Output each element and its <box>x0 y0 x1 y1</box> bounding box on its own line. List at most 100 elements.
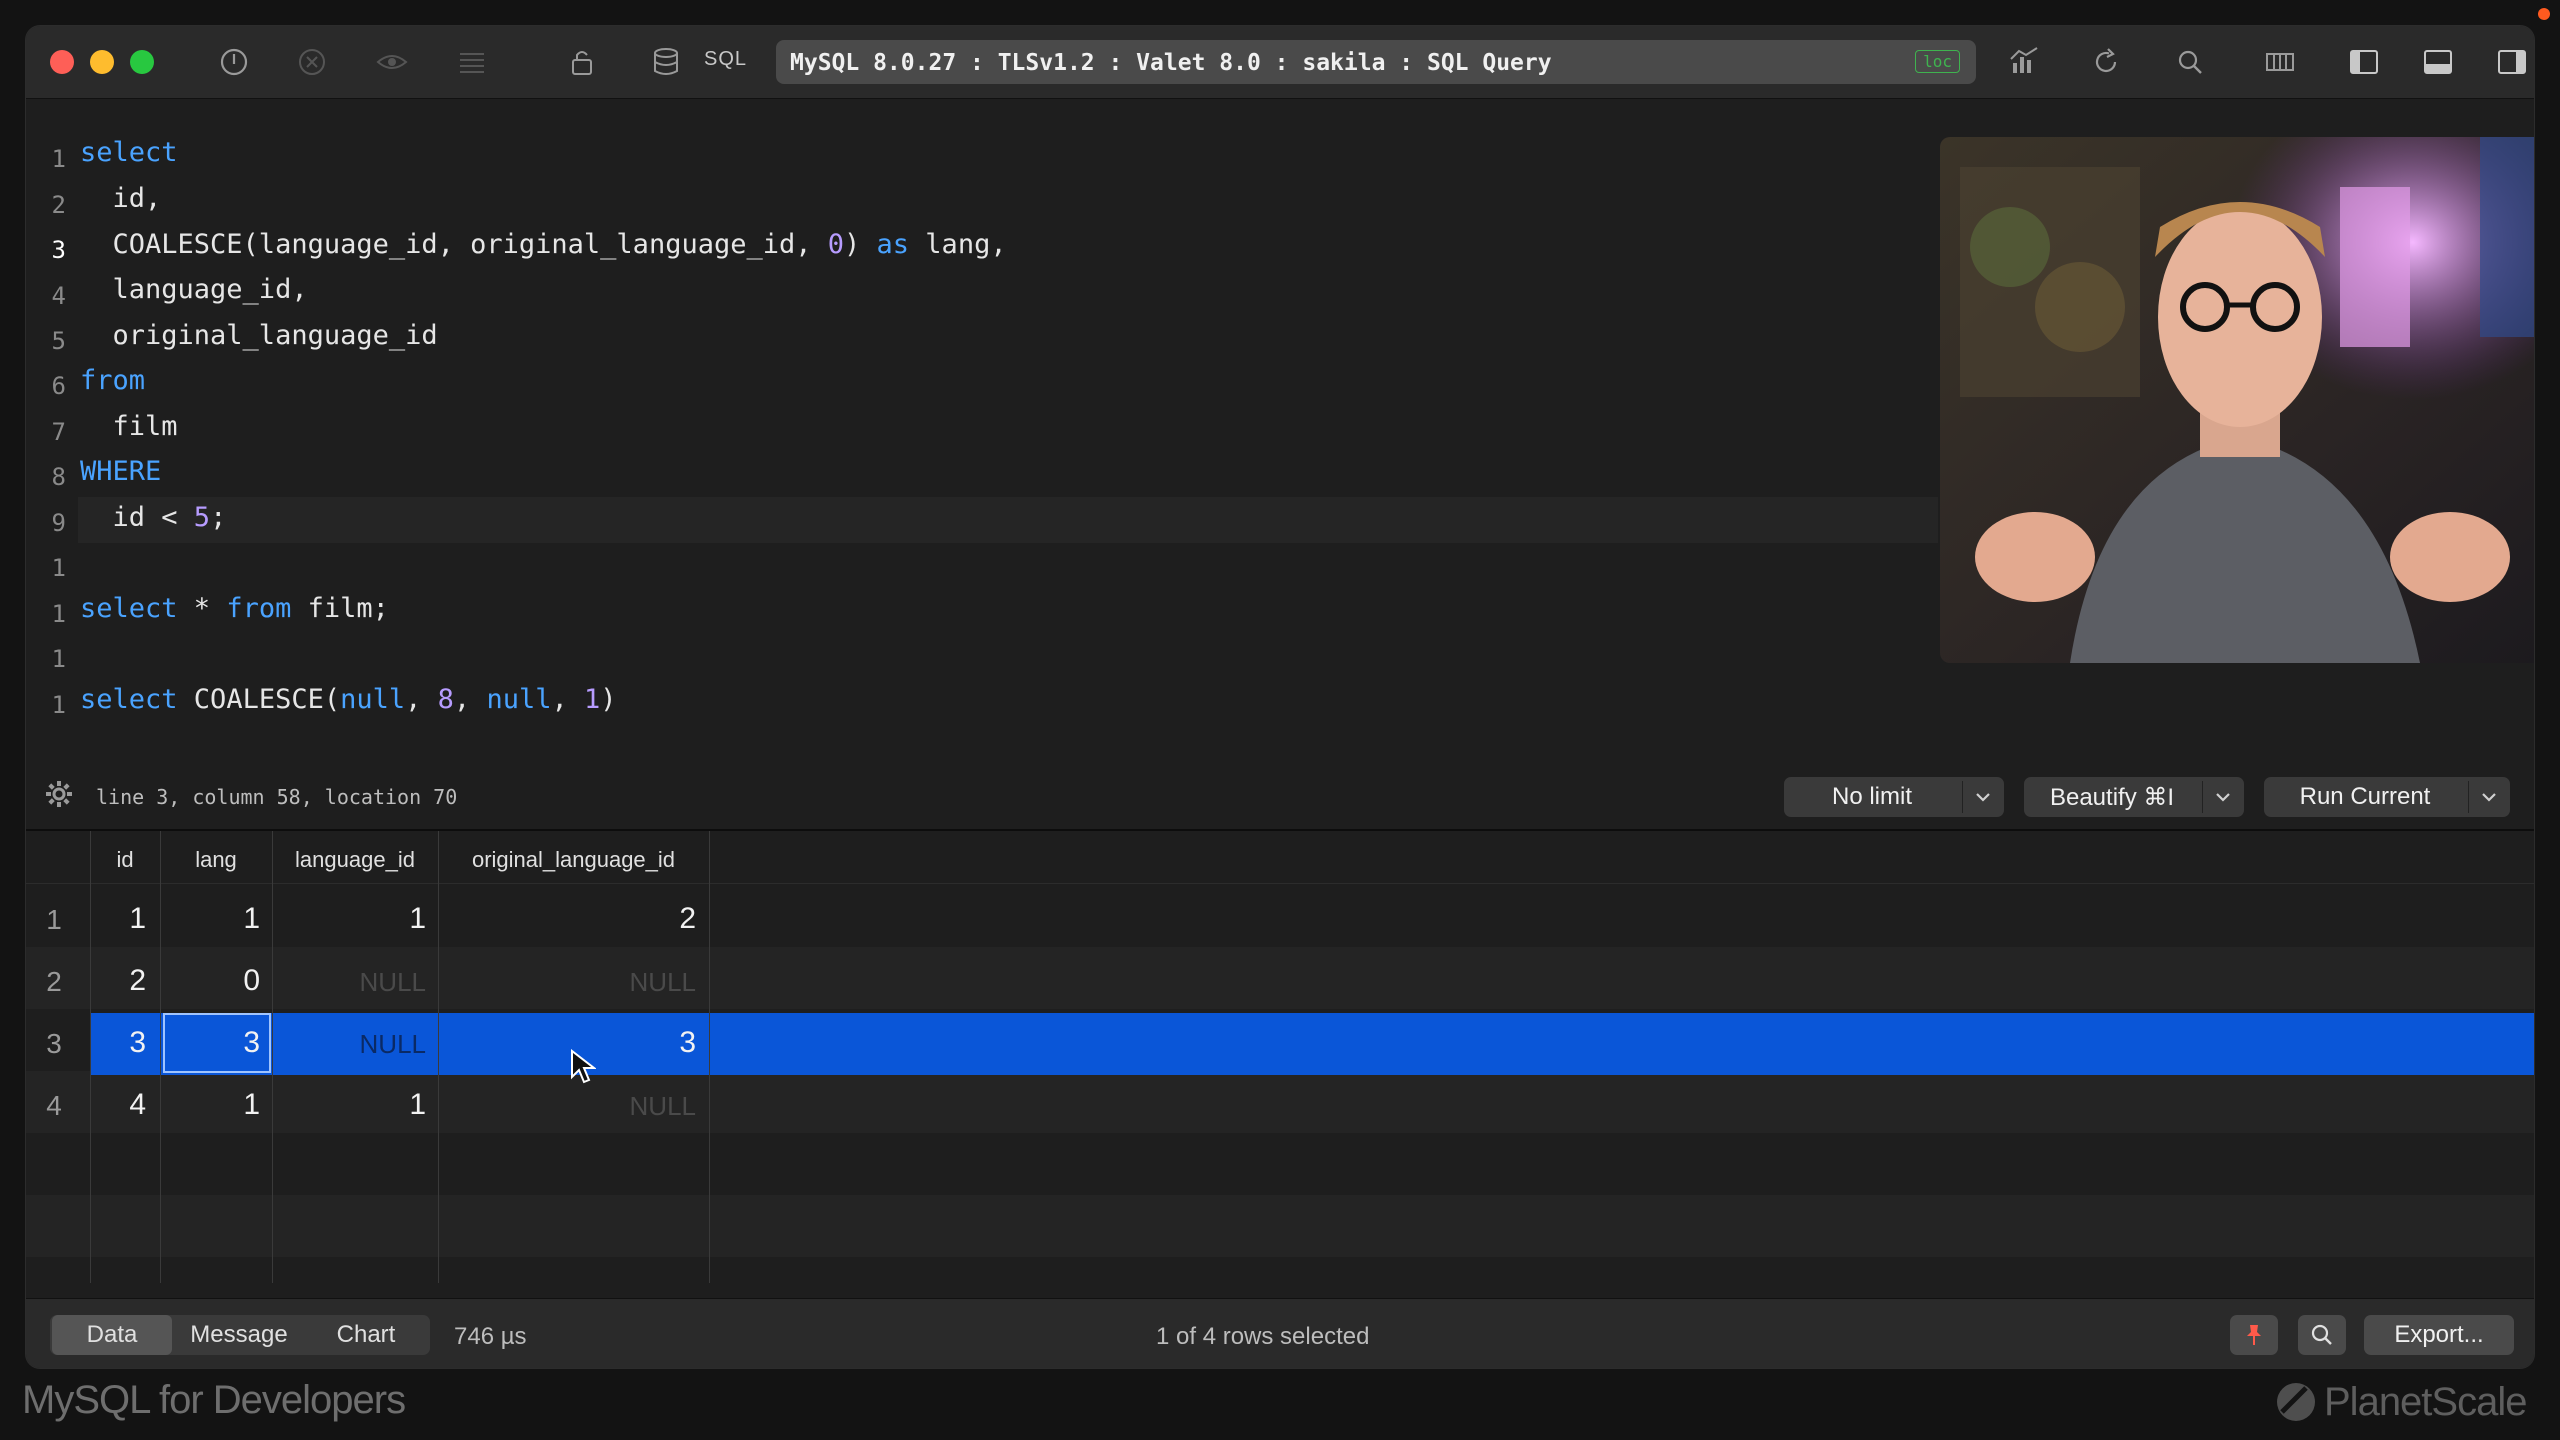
tab-message[interactable]: Message <box>174 1315 304 1355</box>
row-number: 4 <box>46 1090 62 1121</box>
line-number: 6 <box>51 372 66 400</box>
code-line: select <box>80 137 178 168</box>
tab-chart[interactable]: Chart <box>306 1315 426 1355</box>
sql-editor[interactable]: 1 2 3 4 5 6 7 8 9 1 1 1 1 select id, COA… <box>26 99 2534 759</box>
notification-dot <box>2538 8 2550 20</box>
search-icon[interactable] <box>2170 42 2210 82</box>
database-icon[interactable] <box>646 42 686 82</box>
tab-data[interactable]: Data <box>52 1315 172 1355</box>
presenter-webcam-video <box>1940 137 2534 663</box>
code-line: WHERE <box>80 456 162 487</box>
query-duration: 746 µs <box>454 1323 527 1350</box>
preview-eye-icon[interactable] <box>372 42 412 82</box>
cell-original-language-id[interactable]: 3 <box>438 1026 696 1060</box>
environment-badge: loc <box>1915 50 1960 73</box>
run-current-button[interactable]: Run Current <box>2264 777 2510 817</box>
cell-id[interactable]: 4 <box>90 1088 146 1122</box>
code-line: COALESCE(language_id, original_language_… <box>80 229 1007 260</box>
beautify-dropdown[interactable]: Beautify ⌘I <box>2024 777 2244 817</box>
column-header-language-id[interactable]: language_id <box>272 847 438 873</box>
cell-original-language-id-null[interactable]: NULL <box>438 967 696 998</box>
cell-language-id[interactable]: 1 <box>272 902 426 936</box>
gear-icon[interactable] <box>44 779 74 814</box>
beautify-label: Beautify ⌘I <box>2049 784 2175 811</box>
stop-icon[interactable] <box>292 42 332 82</box>
line-number: 1 <box>51 645 66 673</box>
zoom-window-button[interactable] <box>130 50 154 74</box>
cell-id[interactable]: 3 <box>90 1026 146 1060</box>
chevron-down-icon <box>2216 793 2230 802</box>
line-number: 1 <box>51 691 66 719</box>
line-number: 9 <box>51 509 66 537</box>
toggle-bottom-panel-icon[interactable] <box>2418 42 2458 82</box>
mouse-pointer-icon <box>571 1049 596 1084</box>
export-button[interactable]: Export... <box>2364 1315 2514 1355</box>
cell-language-id[interactable]: 1 <box>272 1088 426 1122</box>
line-number-active: 3 <box>51 236 66 264</box>
code-line: id, <box>80 183 162 214</box>
code-line: original_language_id <box>80 320 438 351</box>
commit-list-icon[interactable] <box>452 42 492 82</box>
line-number: 7 <box>51 418 66 446</box>
power-icon[interactable] <box>214 42 254 82</box>
close-window-button[interactable] <box>50 50 74 74</box>
row-number: 1 <box>46 904 62 935</box>
cell-language-id-null[interactable]: NULL <box>272 1029 426 1060</box>
planetscale-logo-icon <box>2277 1383 2315 1422</box>
cell-lang[interactable]: 1 <box>160 902 260 936</box>
code-line: select * from film; <box>80 593 389 624</box>
cell-id[interactable]: 1 <box>90 902 146 936</box>
cell-original-language-id-null[interactable]: NULL <box>438 1091 696 1122</box>
cell-lang[interactable]: 1 <box>160 1088 260 1122</box>
tableplus-window: SQL MySQL 8.0.27 : TLSv1.2 : Valet 8.0 :… <box>26 26 2534 1368</box>
cell-lang[interactable]: 3 <box>160 1026 260 1060</box>
toolbar: SQL MySQL 8.0.27 : TLSv1.2 : Valet 8.0 :… <box>26 26 2534 99</box>
columns-layout-icon[interactable] <box>2260 42 2300 82</box>
column-header-id[interactable]: id <box>90 847 160 873</box>
connection-info-bar: MySQL 8.0.27 : TLSv1.2 : Valet 8.0 : sak… <box>776 40 1976 84</box>
activity-chart-icon[interactable] <box>2004 42 2044 82</box>
run-label: Run Current <box>2299 783 2431 810</box>
line-number: 1 <box>51 600 66 628</box>
row-number: 3 <box>46 1028 62 1059</box>
connection-text: MySQL 8.0.27 : TLSv1.2 : Valet 8.0 : sak… <box>790 50 1552 76</box>
limit-label: No limit <box>1831 783 1912 810</box>
brand-overlay: PlanetScale <box>2274 1378 2527 1425</box>
row-number: 2 <box>46 966 62 997</box>
chevron-down-icon <box>2482 793 2496 802</box>
column-header-original-language-id[interactable]: original_language_id <box>438 847 709 873</box>
code-line: select COALESCE(null, 8, null, 1) <box>80 684 617 715</box>
cell-lang[interactable]: 0 <box>160 964 260 998</box>
brand-name: PlanetScale <box>2324 1379 2527 1424</box>
cell-original-language-id[interactable]: 2 <box>438 902 696 936</box>
code-line: from <box>80 365 146 396</box>
line-number: 8 <box>51 463 66 491</box>
results-view-tabs: Data Message Chart <box>50 1315 430 1355</box>
minimize-window-button[interactable] <box>90 50 114 74</box>
search-icon <box>2311 1324 2332 1345</box>
lock-icon[interactable] <box>562 42 602 82</box>
cell-language-id-null[interactable]: NULL <box>272 967 426 998</box>
line-number: 4 <box>51 282 66 310</box>
current-line-highlight <box>78 497 1938 543</box>
pin-button[interactable] <box>2230 1315 2278 1355</box>
limit-dropdown[interactable]: No limit <box>1784 777 2004 817</box>
column-header-lang[interactable]: lang <box>160 847 272 873</box>
toggle-left-sidebar-icon[interactable] <box>2344 42 2384 82</box>
pin-icon <box>2247 1325 2261 1345</box>
sql-mode-label[interactable]: SQL <box>704 48 747 71</box>
line-number: 1 <box>51 145 66 173</box>
refresh-icon[interactable] <box>2086 42 2126 82</box>
results-footer: Data Message Chart 746 µs 1 of 4 rows se… <box>26 1298 2534 1368</box>
results-grid[interactable]: id lang language_id original_language_id… <box>26 831 2534 1283</box>
course-title-overlay: MySQL for Developers <box>22 1378 406 1422</box>
editor-status-bar: line 3, column 58, location 70 No limit … <box>26 759 2534 831</box>
line-number: 1 <box>51 554 66 582</box>
toggle-right-sidebar-icon[interactable] <box>2492 42 2532 82</box>
empty-row <box>26 1195 2534 1257</box>
selection-count: 1 of 4 rows selected <box>1156 1323 1370 1350</box>
code-line: id < 5; <box>80 502 227 533</box>
cell-id[interactable]: 2 <box>90 964 146 998</box>
search-results-button[interactable] <box>2298 1315 2346 1355</box>
line-number: 2 <box>51 191 66 219</box>
